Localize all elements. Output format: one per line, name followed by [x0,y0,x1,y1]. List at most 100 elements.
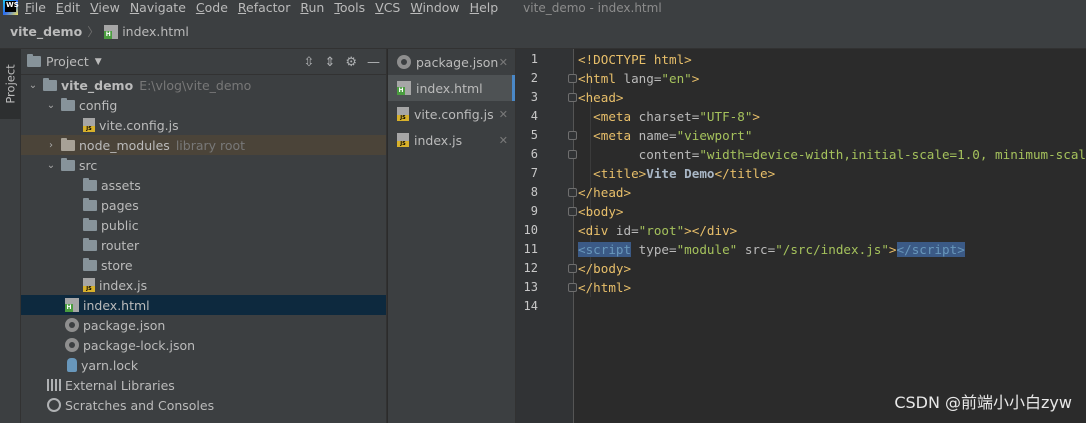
line-number: 5 [530,128,538,142]
expanded-arrow-icon[interactable]: ⌄ [45,160,57,171]
tab-vite-config-js[interactable]: vite.config.js ✕ [388,101,515,127]
tree-item-index-js[interactable]: index.js [21,275,386,295]
tree-item-label: index.html [83,297,150,313]
menu-navigate[interactable]: Navigate [125,0,191,15]
breadcrumb: vite_demo 〉 index.html [0,15,1086,49]
menu-help[interactable]: Help [465,0,504,15]
close-icon[interactable]: ✕ [499,134,508,147]
yarn-file-icon [67,358,77,372]
dropdown-arrow-icon[interactable]: ▼ [95,57,102,67]
gear-icon[interactable]: ⚙ [345,55,357,70]
expand-all-icon[interactable]: ⇳ [304,55,315,70]
tree-item-package-json[interactable]: package.json [21,315,386,335]
menu-tools[interactable]: Tools [329,0,370,15]
code-line-6: content="width=device-width,initial-scal… [578,147,1086,162]
html-file-icon [104,24,119,39]
tree-item-pages[interactable]: pages [21,195,386,215]
close-icon[interactable]: ✕ [499,56,508,69]
tab-package-json[interactable]: package.json ✕ [388,49,515,75]
fold-marker-icon[interactable] [568,150,577,159]
tab-index-js[interactable]: index.js ✕ [388,127,515,153]
tree-item-yarn-lock[interactable]: yarn.lock [21,355,386,375]
html-file-icon [65,298,79,312]
line-number: 2 [530,71,538,85]
collapsed-arrow-icon[interactable]: › [45,140,57,151]
tree-item-vite-config-js[interactable]: vite.config.js [21,115,386,135]
menu-run[interactable]: Run [295,0,329,15]
tree-item-external-libraries[interactable]: External Libraries [21,375,386,395]
fold-marker-icon[interactable] [568,283,577,292]
menu-code[interactable]: Code [191,0,233,15]
code-line-11: <script type="module" src="/src/index.js… [578,242,965,257]
folder-icon [83,217,97,231]
line-number: 3 [530,90,538,104]
project-tool-tab[interactable]: Project [0,49,21,119]
fold-marker-icon[interactable] [568,207,577,216]
code-editor[interactable]: 1 2 3 4 5 6 7 8 9 10 11 12 13 14 <!DOCTY… [516,49,1086,423]
expanded-arrow-icon[interactable]: ⌄ [45,100,57,111]
code-line-10: <div id="root"></div> [578,223,738,238]
code-line-3: <head> [578,90,624,105]
tab-label: vite.config.js [414,106,494,122]
breadcrumb-project[interactable]: vite_demo [10,24,82,39]
js-file-icon [397,107,409,121]
js-file-icon [83,278,95,292]
folder-icon [61,137,75,151]
line-number-gutter: 1 2 3 4 5 6 7 8 9 10 11 12 13 14 [516,49,574,423]
breadcrumb-separator: 〉 [87,25,100,39]
menu-file[interactable]: File [20,0,51,15]
menu-window[interactable]: Window [405,0,464,15]
code-line-7: <title>Vite Demo</title> [578,166,776,181]
tree-item-node-modules[interactable]: › node_modules library root [21,135,386,155]
tree-item-scratches[interactable]: Scratches and Consoles [21,395,386,415]
tree-item-store[interactable]: store [21,255,386,275]
line-number: 6 [530,147,538,161]
menu-edit[interactable]: Edit [51,0,85,15]
tree-item-label: config [79,97,118,113]
fold-marker-icon[interactable] [568,93,577,102]
close-icon[interactable]: ✕ [499,108,508,121]
menu-refactor[interactable]: Refactor [233,0,295,15]
tree-item-config[interactable]: ⌄ config [21,95,386,115]
project-folder-icon [27,54,41,67]
tab-label: index.js [414,132,463,148]
fold-marker-icon[interactable] [568,131,577,140]
expanded-arrow-icon[interactable]: ⌄ [27,80,39,91]
line-number: 1 [530,52,538,66]
fold-marker-icon[interactable] [568,74,577,83]
tree-item-public[interactable]: public [21,215,386,235]
tree-item-index-html[interactable]: index.html [21,295,386,315]
folder-icon [83,257,97,271]
code-line-1: <!DOCTYPE html> [578,52,692,67]
collapse-all-icon[interactable]: ⇕ [324,55,335,70]
tree-item-src[interactable]: ⌄ src [21,155,386,175]
menu-vcs[interactable]: VCS [370,0,405,15]
tree-item-assets[interactable]: assets [21,175,386,195]
project-panel-header: Project ▼ ⇳ ⇕ ⚙ — [21,49,386,75]
menu-bar: WS File Edit View Navigate Code Refactor… [0,0,1086,15]
json-file-icon [65,338,79,352]
tree-item-vite-demo[interactable]: ⌄ vite_demo E:\vlog\vite_demo [21,75,386,95]
tree-item-package-lock-json[interactable]: package-lock.json [21,335,386,355]
code-line-2: <html lang="en"> [578,71,700,86]
breadcrumb-file[interactable]: index.html [104,24,189,39]
json-file-icon [397,55,411,69]
tree-item-label: src [79,157,98,173]
line-number: 12 [523,261,538,275]
tab-index-html[interactable]: index.html [388,75,515,101]
hide-panel-icon[interactable]: — [367,55,380,70]
watermark: CSDN @前端小小白zyw [894,393,1072,412]
tree-item-label: External Libraries [65,377,175,393]
tree-item-label: vite.config.js [99,117,179,133]
project-view-selector[interactable]: Project [46,54,89,69]
fold-marker-icon[interactable] [568,188,577,197]
tab-label: index.html [416,80,483,96]
tab-label: package.json [416,54,499,70]
tree-item-label: package-lock.json [83,337,196,353]
menu-view[interactable]: View [85,0,125,15]
tree-item-router[interactable]: router [21,235,386,255]
line-number: 13 [523,280,538,294]
code-line-8: </head> [578,185,632,200]
fold-marker-icon[interactable] [568,264,577,273]
tree-item-label: assets [101,177,141,193]
